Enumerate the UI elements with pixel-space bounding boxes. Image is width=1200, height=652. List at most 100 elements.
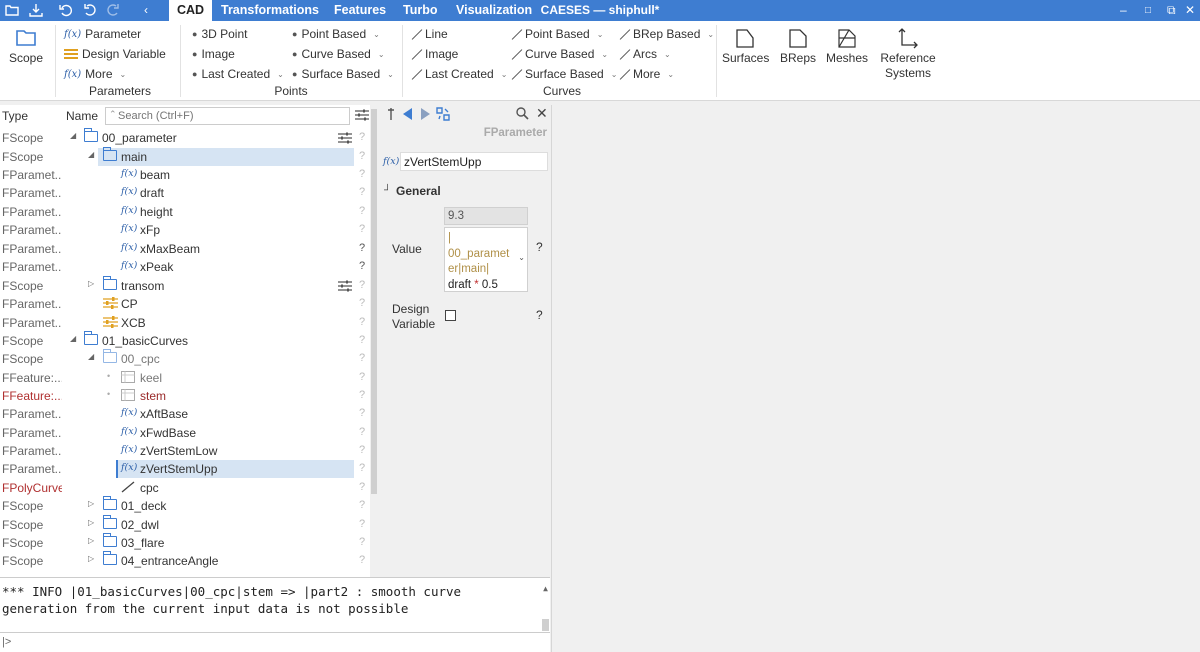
expand-arrow-icon[interactable]: ▷ — [88, 536, 94, 545]
expand-arrow-icon[interactable]: ▷ — [88, 499, 94, 508]
expand-arrow-icon[interactable]: ◢ — [70, 131, 76, 140]
expand-arrow-icon[interactable]: ▷ — [88, 518, 94, 527]
help-icon[interactable]: ? — [359, 168, 365, 180]
expand-arrow-icon[interactable]: ◢ — [70, 334, 76, 343]
help-icon[interactable]: ? — [359, 352, 365, 364]
console-scrollbar[interactable] — [542, 619, 549, 631]
name-column-header[interactable]: Name — [66, 109, 98, 123]
save-icon[interactable] — [28, 2, 44, 18]
help-icon[interactable]: ? — [359, 426, 365, 438]
slider-settings-icon[interactable] — [338, 280, 352, 295]
help-icon[interactable]: ? — [359, 518, 365, 530]
tree-row-selected[interactable]: FParamet... f(x) zVertStemUpp ? — [0, 460, 370, 478]
tree-row[interactable]: FFeature:... • keel ? — [0, 369, 370, 387]
expand-dropdown-icon[interactable]: ⌄ — [518, 253, 525, 262]
point-image-button[interactable]: ● Image — [192, 47, 235, 61]
point-last-created-button[interactable]: ● Last Created ⌄ — [192, 67, 284, 81]
curve-surface-based-button[interactable]: Surface Based ⌄ — [510, 67, 617, 81]
tree-row[interactable]: FScope ▷ 02_dwl ? — [0, 515, 370, 534]
help-icon[interactable]: ? — [359, 462, 365, 474]
expand-arrow-icon[interactable]: ▷ — [88, 554, 94, 563]
tree-row[interactable]: FParamet... CP ? — [0, 295, 370, 313]
help-icon[interactable]: ? — [359, 205, 365, 217]
tree-row[interactable]: FParamet... f(x) zVertStemLow ? — [0, 442, 370, 460]
brep-based-button[interactable]: BRep Based ⌄ — [618, 27, 714, 41]
tree-row[interactable]: FParamet... f(x) xPeak ? — [0, 258, 370, 276]
tree-row[interactable]: FScope ▷ 04_entranceAngle ? — [0, 551, 370, 570]
redo-icon[interactable] — [105, 2, 121, 18]
help-icon[interactable]: ? — [359, 186, 365, 198]
minimize-button[interactable]: – — [1120, 0, 1127, 21]
help-icon[interactable]: ? — [359, 131, 365, 143]
close-button[interactable]: ✕ — [1185, 0, 1195, 21]
tree-search-box[interactable]: ⌃ — [105, 107, 350, 125]
tree-row[interactable]: FPolyCurve cpc ? — [0, 479, 370, 497]
parameter-button[interactable]: f(x) Parameter — [64, 27, 141, 41]
tree-row[interactable]: FParamet... f(x) beam ? — [0, 166, 370, 184]
tab-turbo[interactable]: Turbo — [403, 0, 437, 21]
search-input[interactable] — [118, 109, 346, 123]
surfaces-button[interactable]: Surfaces — [722, 27, 769, 65]
tab-visualization[interactable]: Visualization — [456, 0, 532, 21]
value-expression-field[interactable]: | 00_paramet er|main| draft * 0.5 ⌄ — [444, 227, 528, 292]
expand-arrow-icon[interactable]: ▷ — [88, 279, 94, 288]
help-icon[interactable]: ? — [359, 499, 365, 511]
design-variable-button[interactable]: Design Variable — [64, 47, 166, 61]
help-icon[interactable]: ? — [359, 407, 365, 419]
scrollbar-thumb[interactable] — [371, 109, 377, 494]
tree-row[interactable]: FScope ▷ 03_flare ? — [0, 533, 370, 552]
tree-row[interactable]: FParamet... f(x) draft ? — [0, 184, 370, 202]
point-surface-based-button[interactable]: ● Surface Based ⌄ — [292, 67, 394, 81]
help-icon[interactable]: ? — [359, 297, 365, 309]
tree-row[interactable]: FScope ▷ 01_deck ? — [0, 496, 370, 515]
tree-row[interactable]: FParamet... XCB ? — [0, 314, 370, 332]
point-curve-based-button[interactable]: ● Curve Based ⌄ — [292, 47, 385, 61]
point-based-button[interactable]: ● Point Based ⌄ — [292, 27, 380, 41]
tree-row[interactable]: FScope ◢ 00_cpc ? — [0, 349, 370, 368]
meshes-button[interactable]: Meshes — [825, 27, 869, 65]
viewport[interactable] — [551, 105, 1200, 652]
collapse-section-icon[interactable]: ┘ — [384, 185, 391, 196]
expand-arrow-icon[interactable]: ◢ — [88, 352, 94, 361]
help-icon[interactable]: ? — [359, 334, 365, 346]
arcs-button[interactable]: Arcs ⌄ — [618, 47, 671, 61]
command-input[interactable]: |> — [0, 632, 550, 652]
design-variable-help-icon[interactable]: ? — [536, 308, 543, 322]
tree-row[interactable]: FFeature:... • stem ? — [0, 387, 370, 405]
3d-point-button[interactable]: ● 3D Point — [192, 27, 247, 41]
help-icon[interactable]: ? — [359, 150, 365, 162]
tree-row[interactable]: FParamet... f(x) xMaxBeam ? — [0, 240, 370, 258]
expand-arrow-icon[interactable]: ◢ — [88, 150, 94, 159]
slider-settings-icon[interactable] — [338, 132, 352, 147]
tab-cad[interactable]: CAD — [169, 0, 213, 21]
restore-button[interactable]: □ — [1145, 0, 1151, 21]
help-icon[interactable]: ? — [359, 444, 365, 456]
curve-image-button[interactable]: Image — [410, 47, 458, 61]
type-column-header[interactable]: Type — [2, 109, 28, 123]
value-help-icon[interactable]: ? — [536, 240, 543, 254]
breps-button[interactable]: BReps — [778, 27, 818, 65]
tab-features[interactable]: Features — [334, 0, 386, 21]
line-button[interactable]: Line — [410, 27, 448, 41]
general-section-header[interactable]: General — [396, 184, 441, 198]
tree-row[interactable]: FScope ▷ transom ? — [0, 276, 370, 295]
help-icon[interactable]: ? — [359, 536, 365, 548]
help-icon[interactable]: ? — [359, 371, 365, 383]
help-icon[interactable]: ? — [359, 389, 365, 401]
tree-row[interactable]: FScope ◢ 00_parameter ? — [0, 128, 370, 147]
undo-icon[interactable] — [82, 2, 98, 18]
more-parameters-button[interactable]: f(x) More ⌄ — [64, 67, 126, 81]
name-field[interactable]: zVertStemUpp — [400, 152, 548, 171]
curve-last-created-button[interactable]: Last Created ⌄ — [410, 67, 507, 81]
tab-transformations[interactable]: Transformations — [221, 0, 319, 21]
scope-button[interactable]: Scope — [8, 27, 44, 65]
scroll-up-icon[interactable]: ▲ — [543, 580, 548, 597]
tree-row[interactable]: FScope ◢ 01_basicCurves ? — [0, 331, 370, 350]
tree-row[interactable]: FParamet... f(x) xAftBase ? — [0, 405, 370, 423]
tree-row[interactable]: FParamet... f(x) xFp ? — [0, 221, 370, 239]
curve-curve-based-button[interactable]: Curve Based ⌄ — [510, 47, 608, 61]
help-icon[interactable]: ? — [359, 316, 365, 328]
forward-arrow-icon[interactable] — [420, 108, 430, 123]
help-icon[interactable]: ? — [359, 554, 365, 566]
open-folder-icon[interactable] — [4, 2, 20, 18]
